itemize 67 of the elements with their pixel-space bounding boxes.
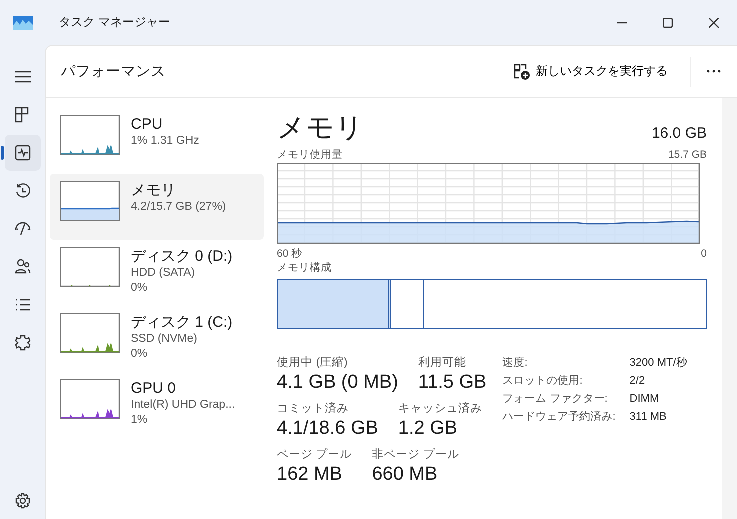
device-name: ディスク 1 (C:) (131, 313, 233, 332)
more-icon (707, 70, 721, 73)
total-memory: 16.0 GB (652, 125, 707, 142)
graph-thumbnail (60, 181, 120, 221)
property-value: DIMM (630, 392, 660, 407)
menu-icon (14, 71, 30, 83)
device-item[interactable]: メモリ 4.2/15.7 GB (27%) (50, 174, 264, 240)
stat-label: 利用可能 (418, 356, 468, 371)
clock-icon (14, 183, 30, 199)
stat-label: ページ プール (277, 447, 352, 463)
maximize-icon (663, 18, 673, 28)
device-stat: 4.2/15.7 GB (27%) (131, 200, 226, 215)
stat-label: コミット済み (277, 402, 350, 417)
run-task-button[interactable]: 新しいタスクを実行する (506, 57, 676, 86)
graph-thumbnail (60, 115, 120, 155)
device-stat: 1% (131, 413, 149, 428)
gauge-icon (14, 221, 30, 237)
page-title: パフォーマンス (61, 63, 167, 81)
device-name: GPU 0 (131, 379, 178, 398)
stat-label: 使用中 (圧縮) (277, 356, 349, 371)
stat-value: 4.1 GB (0 MB) (277, 371, 398, 395)
property-label: フォーム ファクター: (502, 392, 609, 407)
axis-max-label: 15.7 GB (668, 148, 707, 162)
property-label: ハードウェア予約済み: (502, 410, 616, 425)
device-name: ディスク 0 (D:) (131, 247, 233, 266)
property-value: 2/2 (630, 374, 646, 389)
stat-value: 1.2 GB (398, 417, 459, 441)
device-stat: Intel(R) UHD Grap... (131, 398, 236, 413)
stat-value: 660 MB (372, 463, 439, 487)
device-item[interactable]: GPU 0 Intel(R) UHD Grap... 1% (50, 372, 264, 438)
graph-thumbnail (60, 379, 120, 419)
stat-value: 162 MB (277, 463, 344, 487)
property-label: 速度: (502, 356, 529, 371)
property-value: 311 MB (630, 410, 668, 425)
stat-label: キャッシュ済み (398, 402, 482, 417)
stat-value: 11.5 GB (418, 371, 487, 395)
device-stat: HDD (SATA) (131, 266, 196, 281)
stat-label: 非ページ プール (372, 447, 460, 463)
app-logo-icon (13, 16, 33, 30)
puzzle-icon (14, 335, 30, 351)
section-title: メモリ (277, 111, 364, 145)
chart-label: メモリ使用量 (277, 148, 343, 162)
settings-icon (14, 493, 30, 509)
device-name: メモリ (131, 181, 177, 200)
graph-thumbnail (60, 247, 120, 287)
grid-icon (14, 107, 30, 123)
device-stat: 0% (131, 281, 149, 296)
axis-time-label: 60 秒 (277, 247, 303, 261)
chart-label: メモリ構成 (277, 261, 333, 275)
graph-thumbnail (60, 313, 120, 353)
axis-time-label: 0 (701, 247, 707, 261)
property-value: 3200 MT/秒 (630, 356, 688, 371)
people-icon (14, 259, 30, 275)
pulse-icon (14, 145, 30, 161)
new-task-icon (514, 64, 530, 80)
device-stat: SSD (NVMe) (131, 332, 198, 347)
device-stat: 1% 1.31 GHz (131, 134, 200, 149)
close-icon (709, 18, 719, 28)
window-title: タスク マネージャー (59, 14, 170, 31)
stat-value: 4.1/18.6 GB (277, 417, 378, 441)
device-stat: 0% (131, 347, 149, 362)
device-item[interactable]: ディスク 1 (C:) SSD (NVMe) 0% (50, 306, 264, 372)
device-name: CPU (131, 115, 164, 134)
property-label: スロットの使用: (502, 374, 584, 389)
list-icon (14, 297, 30, 313)
device-item[interactable]: ディスク 0 (D:) HDD (SATA) 0% (50, 240, 264, 306)
device-item[interactable]: CPU 1% 1.31 GHz (50, 108, 264, 174)
